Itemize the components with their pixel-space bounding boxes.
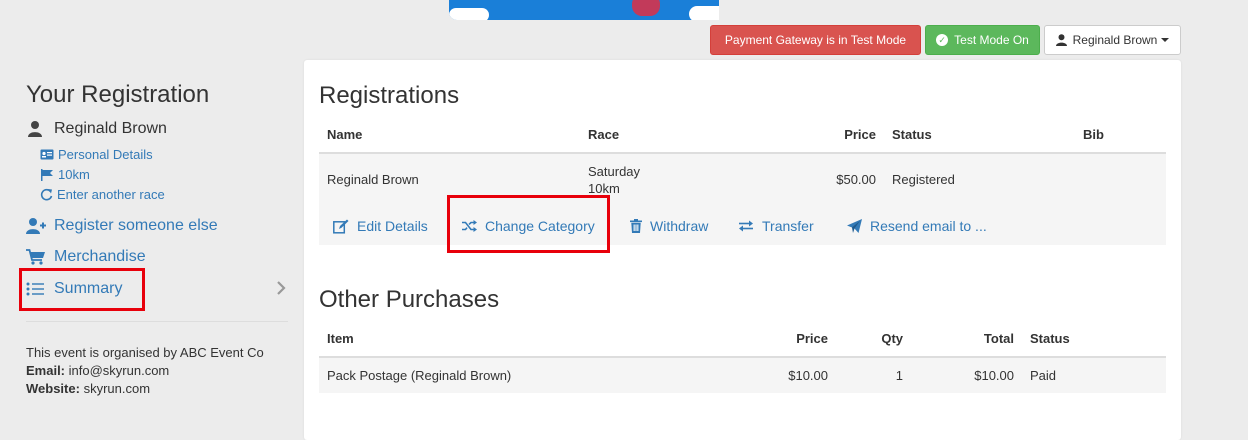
test-gateway-button[interactable]: Payment Gateway is in Test Mode — [710, 25, 921, 55]
sidebar-title: Your Registration — [26, 81, 210, 108]
edit-details-label: Edit Details — [357, 218, 428, 234]
caret-down-icon — [1161, 38, 1170, 42]
col-header-qty: Qty — [836, 320, 911, 358]
table-header-row: Item Price Qty Total Status — [319, 320, 1166, 358]
sidebar-item-label: Enter another race — [57, 187, 165, 202]
col-header-bib: Bib — [1075, 116, 1166, 154]
organiser-text: This event is organised by ABC Event Co — [26, 345, 264, 360]
header-banner — [449, 0, 719, 20]
test-mode-label: Test Mode On — [954, 33, 1029, 47]
cell-bib — [1075, 153, 1166, 205]
withdraw-link[interactable]: Withdraw — [630, 218, 708, 234]
user-icon — [1055, 34, 1067, 46]
cell-qty: 1 — [895, 368, 903, 383]
organiser-info: This event is organised by ABC Event Co … — [26, 344, 264, 398]
col-header-status: Status — [1022, 320, 1166, 358]
cell-item: Pack Postage (Reginald Brown) — [327, 368, 512, 383]
sidebar-item-label: Merchandise — [54, 248, 146, 265]
sidebar-item-enter-another-race[interactable]: Enter another race — [40, 187, 165, 202]
resend-email-label: Resend email to ... — [870, 218, 987, 234]
sidebar-user-name: Reginald Brown — [54, 120, 167, 137]
id-card-icon — [40, 149, 54, 160]
race-day: Saturday — [588, 163, 641, 179]
edit-icon — [333, 219, 349, 234]
website-label: Website: — [26, 381, 80, 396]
website-value: skyrun.com — [83, 381, 151, 396]
send-icon — [847, 219, 862, 233]
sidebar-item-label: Personal Details — [58, 147, 153, 162]
user-plus-icon — [26, 218, 46, 234]
transfer-label: Transfer — [762, 218, 814, 234]
email-label: Email: — [26, 363, 66, 378]
main-panel: Registrations Name Race Price Status Bib… — [304, 60, 1181, 440]
cell-status: Paid — [1030, 368, 1057, 383]
cell-price: $10.00 — [788, 368, 828, 383]
withdraw-label: Withdraw — [650, 218, 709, 234]
user-icon — [28, 121, 42, 137]
sidebar-item-label: Register someone else — [54, 217, 218, 234]
email-value: info@skyrun.com — [68, 363, 170, 378]
divider — [26, 321, 288, 322]
col-header-price: Price — [734, 320, 836, 358]
sidebar-item-personal-details[interactable]: Personal Details — [40, 147, 153, 162]
resend-email-link[interactable]: Resend email to ... — [847, 218, 987, 234]
highlight-box-change-category — [447, 195, 610, 253]
cell-status: Registered — [892, 172, 955, 187]
registrations-title: Registrations — [319, 82, 460, 109]
sidebar-item-register-someone-else[interactable]: Register someone else — [26, 217, 218, 235]
user-menu-button[interactable]: Reginald Brown — [1044, 25, 1181, 55]
registrations-table: Name Race Price Status Bib Reginald Brow… — [319, 116, 1166, 205]
col-header-race: Race — [580, 116, 760, 154]
transfer-link[interactable]: Transfer — [738, 218, 814, 234]
col-header-status: Status — [884, 116, 1075, 154]
col-header-total: Total — [911, 320, 1022, 358]
trash-icon — [630, 219, 642, 233]
user-menu-label: Reginald Brown — [1072, 33, 1158, 47]
test-mode-button[interactable]: ✓ Test Mode On — [925, 25, 1040, 55]
table-row: Pack Postage (Reginald Brown) $10.00 1 $… — [319, 357, 1166, 393]
cell-total: $10.00 — [974, 368, 1014, 383]
col-header-item: Item — [319, 320, 734, 358]
flag-icon — [41, 168, 53, 181]
cart-icon — [26, 249, 45, 265]
top-toolbar: Payment Gateway is in Test Mode ✓ Test M… — [710, 25, 1181, 55]
sidebar-item-label: 10km — [58, 167, 90, 182]
sidebar-item-10km[interactable]: 10km — [40, 167, 90, 182]
sidebar-item-merchandise[interactable]: Merchandise — [26, 248, 146, 266]
refresh-icon — [40, 188, 53, 201]
other-purchases-title: Other Purchases — [319, 286, 500, 313]
cell-price: $50.00 — [836, 172, 876, 187]
chevron-right-icon — [277, 281, 286, 295]
highlight-box-summary — [19, 268, 145, 311]
sidebar-user: Reginald Brown — [26, 120, 167, 138]
check-icon: ✓ — [936, 34, 949, 46]
test-gateway-label: Payment Gateway is in Test Mode — [724, 33, 907, 47]
table-header-row: Name Race Price Status Bib — [319, 116, 1166, 154]
other-purchases-table: Item Price Qty Total Status Pack Postage… — [319, 320, 1166, 393]
edit-details-link[interactable]: Edit Details — [333, 218, 428, 234]
race-distance: 10km — [588, 180, 620, 196]
col-header-name: Name — [319, 116, 580, 154]
transfer-icon — [739, 220, 753, 232]
col-header-price: Price — [760, 116, 884, 154]
